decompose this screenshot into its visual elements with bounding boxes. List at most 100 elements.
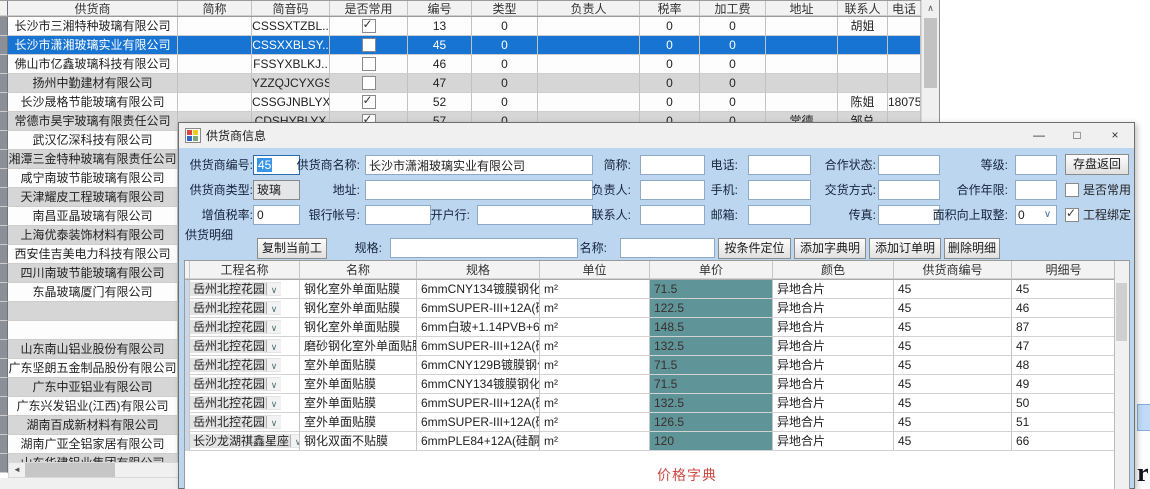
cell-supplier-no[interactable]: 45 [894,375,1012,394]
cell-project[interactable]: 岳州北控花园 [190,356,300,375]
cell-supplier-name[interactable]: 常德市昊宇玻璃有限责任公司 [8,112,178,131]
cell-supplier-name[interactable]: 长沙市三湘特种玻璃有限公司 [8,17,178,36]
cell-manager[interactable] [538,36,640,55]
cell-name[interactable]: 室外单面贴膜 [300,375,417,394]
cell-fee[interactable]: 0 [700,17,766,36]
row-header[interactable] [0,17,8,36]
cell-price[interactable]: 71.5 [650,280,773,299]
cell-color[interactable]: 异地合片 [773,375,894,394]
col-supplier[interactable]: 供货商 [8,1,178,16]
cell-color[interactable]: 异地合片 [773,280,894,299]
cell-detail-no[interactable]: 45 [1012,280,1116,299]
dropdown-icon[interactable] [266,378,281,390]
row-header[interactable] [0,169,8,188]
gcol-color[interactable]: 颜色 [773,261,894,279]
detail-row[interactable]: 岳州北控花园 室外单面贴膜 6mmCNY129B镀膜钢化 m² 71.5 异地合… [185,356,1129,375]
cell-color[interactable]: 异地合片 [773,394,894,413]
row-header[interactable] [0,36,8,55]
locate-by-condition-button[interactable]: 按条件定位 [718,238,791,259]
cell-supplier-name[interactable]: 扬州中勤建材有限公司 [8,74,178,93]
cell-type[interactable]: 0 [472,17,538,36]
cell-supplier-name[interactable]: 山东南山铝业股份有限公司 [8,340,178,359]
common-checkbox[interactable] [362,38,376,52]
address-input[interactable] [365,180,593,200]
detail-row[interactable]: 岳州北控花园 钢化室外单面贴膜 6mm白玻+1.14PVB+6mm... m² … [185,318,1129,337]
cell-tax[interactable]: 0 [640,93,700,112]
cell-unit[interactable]: m² [540,337,650,356]
cell-supplier-no[interactable]: 45 [894,413,1012,432]
cell-supplier-name[interactable]: 西安佳吉美电力科技有限公司 [8,245,178,264]
cell-abbr[interactable] [178,36,252,55]
cell-addr[interactable] [766,55,838,74]
cell-name[interactable]: 室外单面贴膜 [300,356,417,375]
cell-addr[interactable] [766,17,838,36]
cell-contact[interactable]: 胡姐 [838,17,888,36]
cell-name[interactable]: 钢化室外单面贴膜 [300,280,417,299]
col-addr[interactable]: 地址 [766,1,838,16]
grade-input[interactable] [1015,155,1057,175]
cell-unit[interactable]: m² [540,432,650,451]
cell-phone[interactable]: 180751 [888,93,921,112]
is-common-checkbox[interactable] [1065,183,1079,197]
cell-project[interactable]: 岳州北控花园 [190,280,300,299]
row-header[interactable] [0,397,8,416]
row-header[interactable] [0,207,8,226]
gcol-supplier-no[interactable]: 供货商编号 [894,261,1012,279]
detail-row[interactable]: 岳州北控花园 室外单面贴膜 6mmSUPER-III+12A(硅... m² 1… [185,413,1129,432]
maximize-icon[interactable]: □ [1058,123,1096,148]
cell-color[interactable]: 异地合片 [773,432,894,451]
cell-addr[interactable] [766,36,838,55]
scroll-up-icon[interactable]: ∧ [922,0,939,16]
cell-spec[interactable]: 6mmCNY129B镀膜钢化 [417,356,540,375]
cell-name[interactable]: 钢化双面不贴膜 [300,432,417,451]
cell-phone[interactable] [888,74,921,93]
row-header[interactable] [0,359,8,378]
cell-supplier-name[interactable]: 咸宁南玻节能玻璃有限公司 [8,169,178,188]
project-bind-checkbox-row[interactable]: 工程绑定 [1065,205,1131,225]
cell-price[interactable]: 71.5 [650,375,773,394]
col-code[interactable]: 简音码 [252,1,330,16]
row-header[interactable] [0,93,8,112]
cell-name[interactable]: 室外单面贴膜 [300,394,417,413]
cell-supplier-name[interactable]: 长沙晟格节能玻璃有限公司 [8,93,178,112]
cell-id[interactable]: 45 [408,36,472,55]
cell-code[interactable]: FSSYXBLKJ.. [252,55,330,74]
cell-addr[interactable] [766,93,838,112]
cell-name[interactable]: 室外单面贴膜 [300,413,417,432]
col-common[interactable]: 是否常用 [330,1,408,16]
cell-contact[interactable]: 陈姐 [838,93,888,112]
area-round-up-select[interactable]: 0 [1015,205,1057,225]
supplier-row[interactable]: 扬州中勤建材有限公司 YZZQJCYXGS 47 0 0 0 [0,74,939,93]
cell-type[interactable]: 0 [472,74,538,93]
cell-id[interactable]: 46 [408,55,472,74]
spec-filter-input[interactable] [390,238,578,258]
dropdown-icon[interactable] [1040,207,1055,223]
cell-abbr[interactable] [178,93,252,112]
gcol-price[interactable]: 单价 [650,261,773,279]
cell-supplier-no[interactable]: 45 [894,299,1012,318]
cell-price[interactable]: 122.5 [650,299,773,318]
row-header[interactable] [0,264,8,283]
cell-id[interactable]: 47 [408,74,472,93]
cell-supplier-no[interactable]: 45 [894,356,1012,375]
dropdown-icon[interactable] [266,397,281,409]
cell-manager[interactable] [538,74,640,93]
row-header[interactable] [0,321,8,340]
dropdown-icon[interactable] [266,302,281,314]
cell-id[interactable]: 13 [408,17,472,36]
save-return-button[interactable]: 存盘返回 [1065,154,1129,175]
cell-detail-no[interactable]: 46 [1012,299,1116,318]
row-header[interactable] [0,302,8,321]
cell-fee[interactable]: 0 [700,55,766,74]
cell-spec[interactable]: 6mmPLE84+12A(硅酮胶... [417,432,540,451]
col-phone[interactable]: 电话 [888,1,921,16]
row-header[interactable] [0,245,8,264]
cell-tax[interactable]: 0 [640,55,700,74]
detail-row[interactable]: 长沙龙湖祺鑫星座 钢化双面不贴膜 6mmPLE84+12A(硅酮胶... m² … [185,432,1129,451]
cell-id[interactable]: 52 [408,93,472,112]
scroll-left-icon[interactable]: ◄ [9,463,25,477]
cell-price[interactable]: 148.5 [650,318,773,337]
cell-supplier-name[interactable]: 四川南玻节能玻璃有限公司 [8,264,178,283]
cell-supplier-name[interactable] [8,302,178,321]
cell-manager[interactable] [538,17,640,36]
